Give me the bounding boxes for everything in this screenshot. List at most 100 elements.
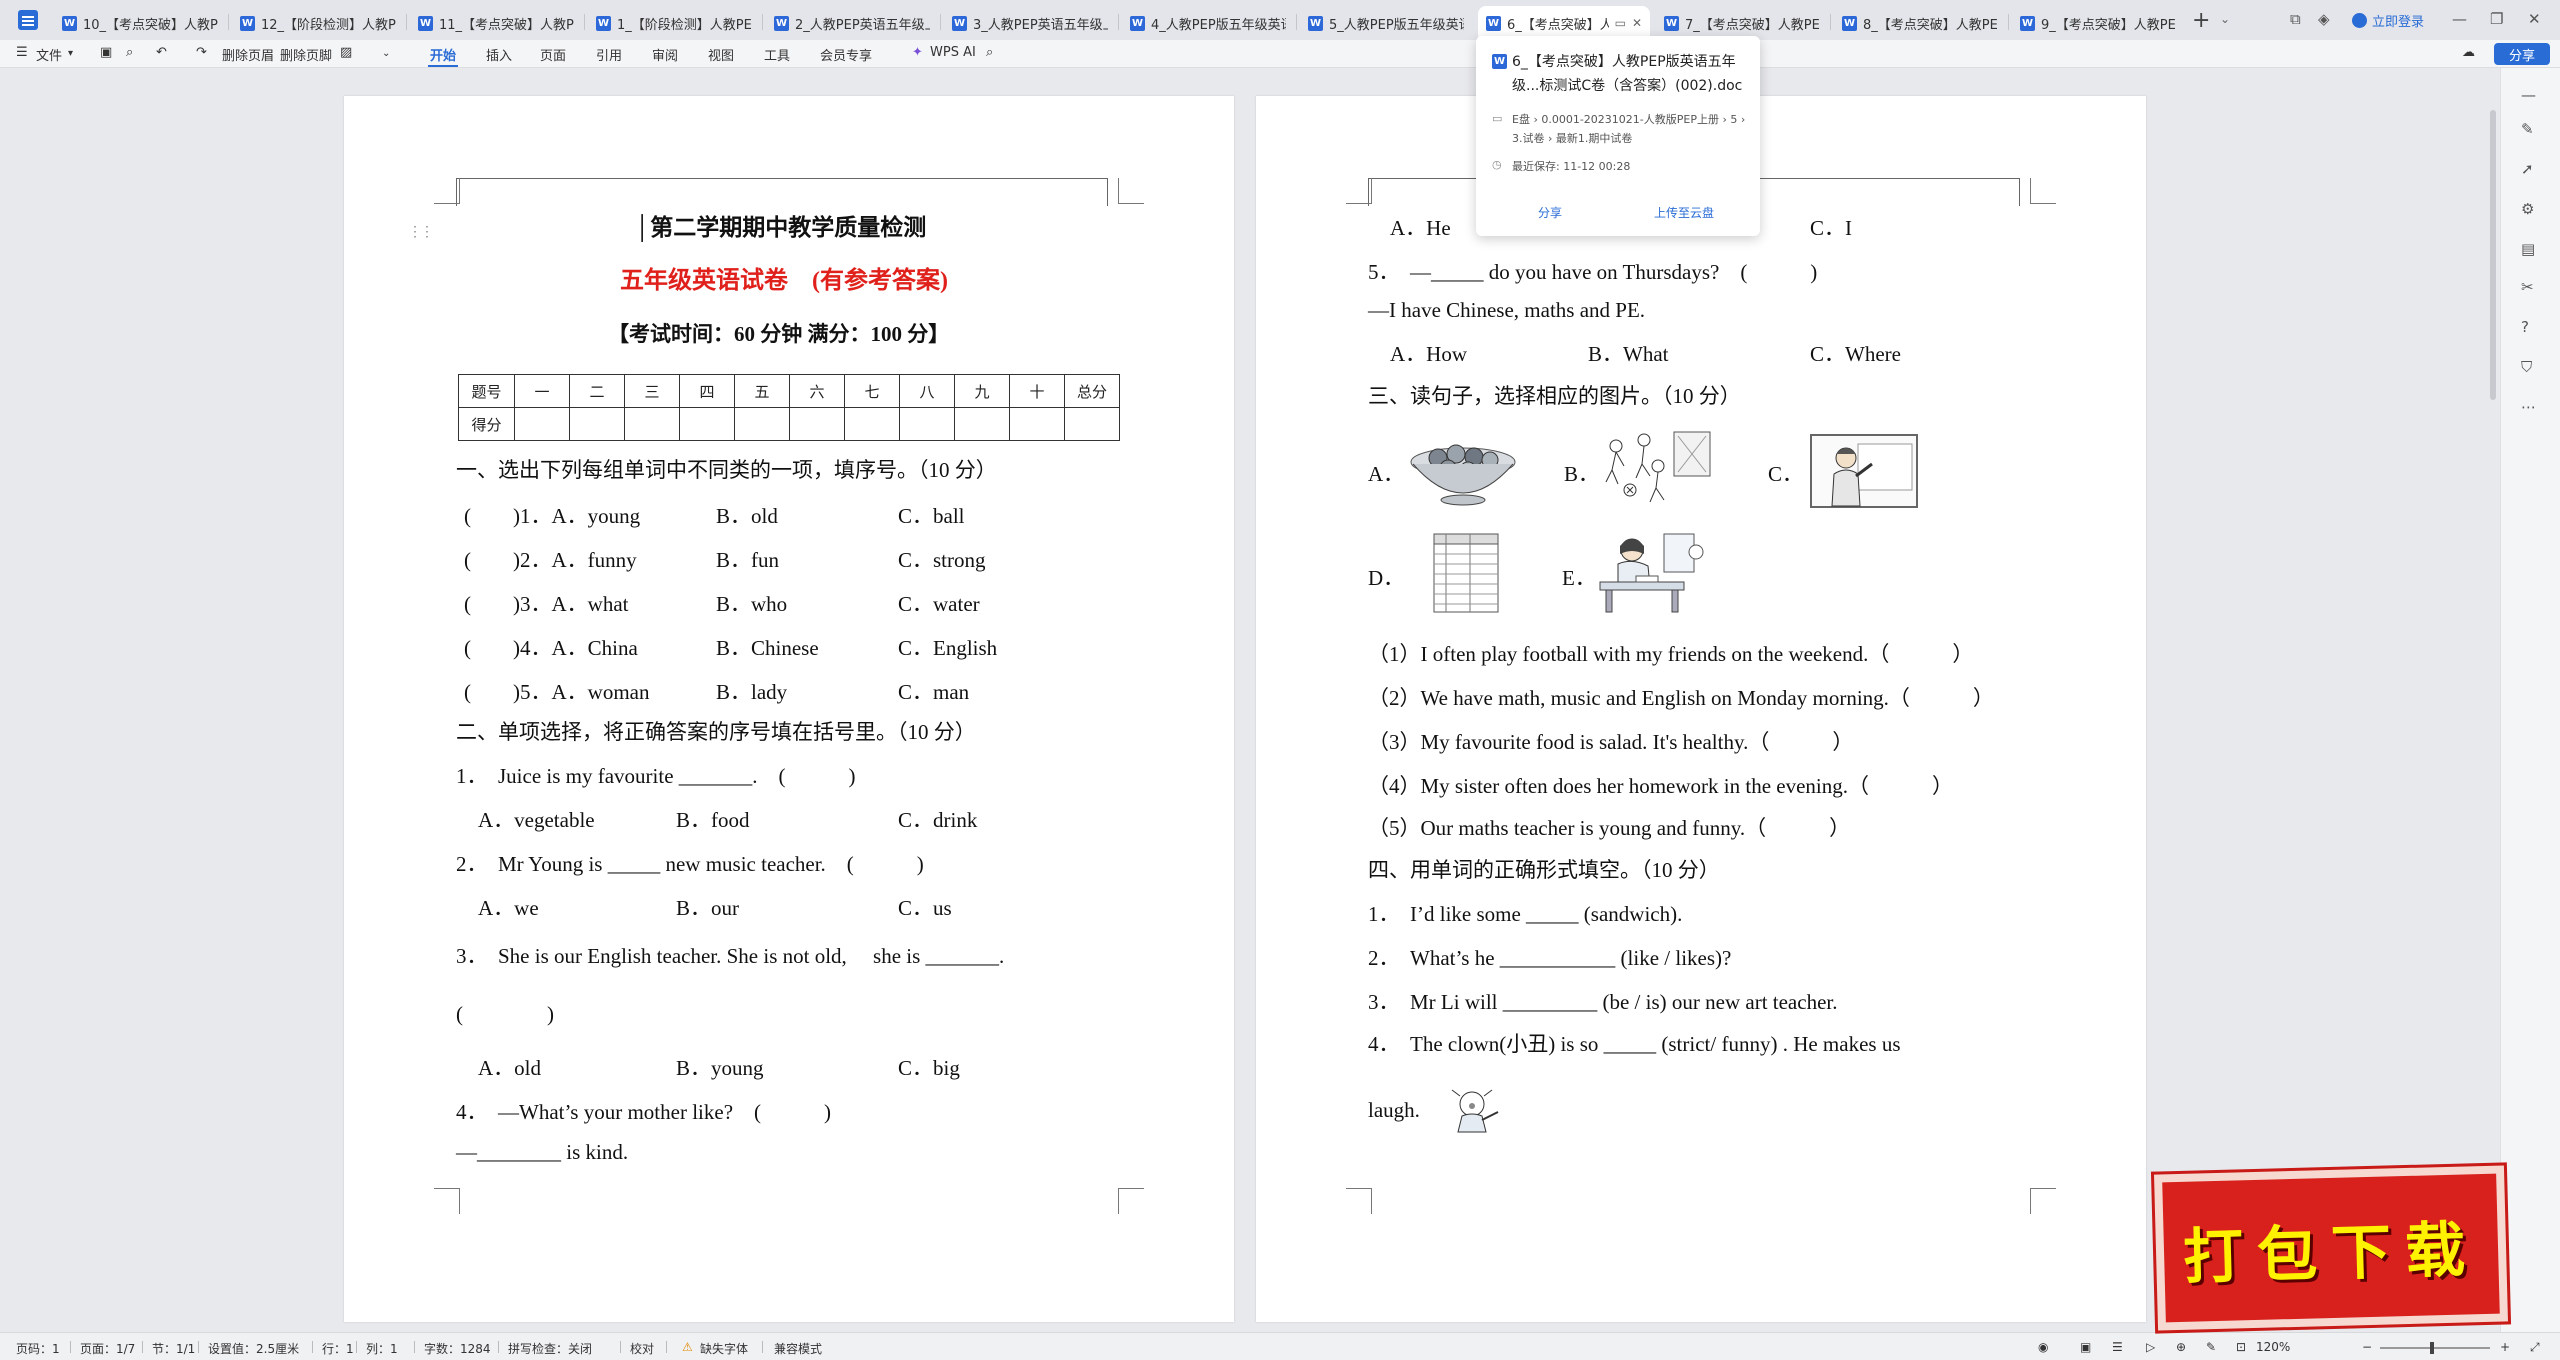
search-icon[interactable]: ⌕ [986, 45, 993, 60]
file-menu[interactable]: 文件 [36, 45, 62, 64]
cloud-icon[interactable]: ☁ [2462, 45, 2475, 60]
focus-view-icon[interactable]: ⊡ [2236, 1340, 2246, 1354]
status-word-count[interactable]: 字数：1284 [424, 1340, 491, 1357]
doc-tab[interactable]: W 3_人教PEP英语五年级上 [944, 6, 1116, 40]
window-list-icon[interactable]: ⧉ [2290, 10, 2301, 28]
redo-icon[interactable]: ↷ [196, 45, 207, 60]
settings-icon[interactable]: ⚙ [2521, 200, 2534, 218]
minimize-icon[interactable]: — [2452, 10, 2467, 28]
help-icon[interactable]: ? [2521, 318, 2529, 336]
status-row[interactable]: 行：1 [322, 1340, 354, 1357]
doc-tab[interactable]: W 1_【阶段检测】人教PEP [588, 6, 760, 40]
status-proofread[interactable]: 校对 [630, 1340, 654, 1357]
zoom-in-icon[interactable]: + [2500, 1340, 2510, 1354]
chevron-down-icon[interactable]: ⌄ [2220, 12, 2230, 26]
popup-upload-button[interactable]: 上传至云盘 [1654, 204, 1714, 221]
table-cell: 二 [569, 374, 625, 408]
share-button[interactable]: 分享 [2494, 43, 2550, 65]
delete-header-button[interactable]: 删除页眉 [222, 45, 274, 64]
close-window-icon[interactable]: ✕ [2528, 10, 2541, 28]
download-pack-badge[interactable]: 打包下载 [2154, 1165, 2508, 1331]
doc-tab[interactable]: W 8_【考点突破】人教PEP [1834, 6, 2006, 40]
vertical-scrollbar[interactable] [2490, 110, 2496, 400]
status-section[interactable]: 节：1/1 [152, 1340, 195, 1357]
hamburger-icon[interactable]: ☰ [16, 45, 28, 60]
more-icon[interactable]: ⋯ [2521, 398, 2536, 416]
doc-tab[interactable]: W 5_人教PEP版五年级英语 [1300, 6, 1472, 40]
doc-tab[interactable]: W10_【考点突破】人教PEP [54, 6, 226, 40]
doc-tab[interactable]: W 9_【考点突破】人教PEP [2012, 6, 2184, 40]
zoom-out-icon[interactable]: − [2362, 1340, 2372, 1354]
table-cell[interactable] [569, 407, 625, 441]
chevron-down-icon[interactable]: ▾ [68, 48, 73, 59]
eye-icon[interactable]: ◉ [2038, 1340, 2048, 1354]
table-cell[interactable] [954, 407, 1010, 441]
table-cell[interactable] [679, 407, 735, 441]
doc-tab[interactable]: W 2_人教PEP英语五年级上 [766, 6, 938, 40]
format-painter-icon[interactable]: ⌕ [126, 45, 133, 60]
tab-review[interactable]: 审阅 [652, 45, 678, 64]
cube-icon[interactable]: ◈ [2318, 10, 2330, 28]
status-page-number[interactable]: 页码：1 [16, 1340, 60, 1357]
layout-icon[interactable]: ▤ [2521, 240, 2535, 258]
cursor-icon[interactable]: ➚ [2521, 160, 2534, 178]
tab-page[interactable]: 页面 [540, 45, 566, 64]
login-button[interactable]: 立即登录 [2352, 11, 2424, 30]
chevron-down-icon[interactable]: ⌄ [382, 48, 390, 59]
drag-handle-icon[interactable]: ⋮⋮ [408, 224, 434, 241]
play-icon[interactable]: ▷ [2146, 1340, 2155, 1354]
save-icon[interactable]: ▣ [100, 45, 112, 60]
status-compat-mode[interactable]: 兼容模式 [774, 1340, 822, 1357]
table-cell[interactable] [514, 407, 570, 441]
doc-tab[interactable]: W 4_人教PEP版五年级英语 [1122, 6, 1294, 40]
web-view-icon[interactable]: ⊕ [2176, 1340, 2186, 1354]
zoom-slider-handle[interactable] [2430, 1342, 2434, 1354]
zoom-slider[interactable] [2380, 1347, 2490, 1349]
fill-blank-tail: laugh. [1368, 1098, 1420, 1122]
table-cell[interactable] [734, 407, 790, 441]
document-page-2[interactable]: A．He C．I 5． —_____ do you have on Thursd… [1256, 96, 2146, 1322]
doc-tab[interactable]: W 7_【考点突破】人教PEP [1656, 6, 1828, 40]
undo-icon[interactable]: ↶ [156, 45, 167, 60]
pin-icon[interactable]: ▭ [1615, 16, 1626, 30]
image-icon[interactable]: ▨ [340, 45, 352, 60]
wps-menu-icon[interactable] [18, 10, 38, 30]
tab-member[interactable]: 会员专享 [820, 45, 872, 64]
status-setting[interactable]: 设置值：2.5厘米 [208, 1340, 299, 1357]
shop-icon[interactable]: ⛉ [2521, 358, 2532, 376]
zoom-value[interactable]: 120% [2256, 1340, 2290, 1354]
doc-tab[interactable]: W12_【阶段检测】人教PEP [232, 6, 404, 40]
page-view-icon[interactable]: ▣ [2080, 1340, 2091, 1354]
status-spell-check[interactable]: 拼写检查：关闭 [508, 1340, 592, 1357]
tab-references[interactable]: 引用 [596, 45, 622, 64]
tab-home[interactable]: 开始 [430, 45, 456, 64]
new-tab-button[interactable]: + [2192, 8, 2210, 33]
table-cell[interactable] [789, 407, 845, 441]
doc-tab[interactable]: W11_【考点突破】人教PEP [410, 6, 582, 40]
doc-tab-active[interactable]: W 6_【考点突破】人 ▭ ✕ [1478, 6, 1650, 40]
delete-footer-button[interactable]: 删除页脚 [280, 45, 332, 64]
table-cell[interactable] [1064, 407, 1120, 441]
outline-view-icon[interactable]: ☰ [2112, 1340, 2123, 1354]
pen-icon[interactable]: ✎ [2521, 120, 2534, 138]
table-cell[interactable] [624, 407, 680, 441]
tab-view[interactable]: 视图 [708, 45, 734, 64]
wps-ai-icon[interactable]: ✦ [912, 45, 923, 60]
table-cell[interactable] [1009, 407, 1065, 441]
restore-icon[interactable]: ❐ [2490, 10, 2503, 28]
minus-icon[interactable]: — [2521, 86, 2536, 104]
wps-ai-button[interactable]: WPS AI [930, 45, 976, 60]
table-cell[interactable] [899, 407, 955, 441]
status-col[interactable]: 列：1 [366, 1340, 398, 1357]
status-pages[interactable]: 页面：1/7 [80, 1340, 135, 1357]
tab-tools[interactable]: 工具 [764, 45, 790, 64]
fit-page-icon[interactable]: ⤢ [2530, 1340, 2540, 1355]
pen-view-icon[interactable]: ✎ [2206, 1340, 2216, 1354]
popup-share-button[interactable]: 分享 [1538, 204, 1562, 221]
close-icon[interactable]: ✕ [1632, 16, 1642, 30]
tools-icon[interactable]: ✂ [2521, 278, 2534, 296]
status-missing-font[interactable]: 缺失字体 [700, 1340, 748, 1357]
document-page-1[interactable]: ⋮⋮ │第二学期期中教学质量检测 五年级英语试卷 (有参考答案) 【考试时间：6… [344, 96, 1234, 1322]
table-cell[interactable] [844, 407, 900, 441]
tab-insert[interactable]: 插入 [486, 45, 512, 64]
